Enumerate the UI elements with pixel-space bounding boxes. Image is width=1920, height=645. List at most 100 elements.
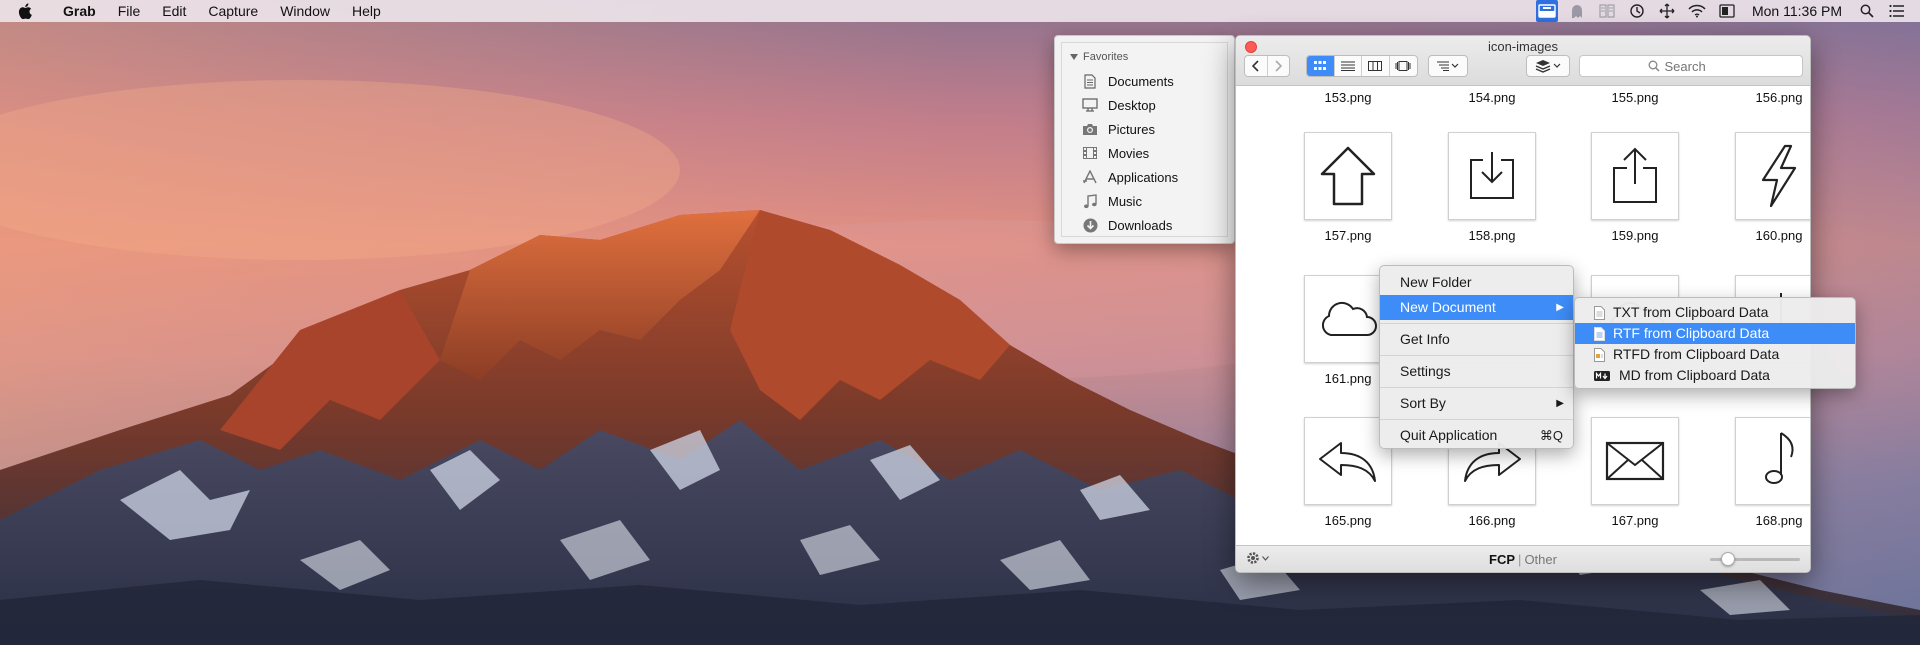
- favorites-header[interactable]: Favorites: [1070, 51, 1128, 63]
- file-thumbnail: [1591, 417, 1679, 505]
- time-machine-icon[interactable]: [1626, 0, 1648, 22]
- tag-fcp[interactable]: FCP: [1489, 552, 1515, 567]
- sidebar-item-pictures[interactable]: Pictures: [1062, 117, 1227, 141]
- file-thumbnail: [1735, 417, 1810, 505]
- menu-item-sort-by[interactable]: Sort By ▶: [1380, 391, 1573, 416]
- forward-button[interactable]: [1268, 56, 1290, 76]
- search-icon: [1648, 60, 1660, 72]
- file-name: 168.png: [1755, 513, 1803, 528]
- ghost-icon[interactable]: [1566, 0, 1588, 22]
- menu-item-label: New Folder: [1400, 274, 1472, 290]
- view-mode-buttons: [1306, 55, 1418, 77]
- sidebar-item-label: Pictures: [1108, 121, 1155, 137]
- sidebar-item-music[interactable]: Music: [1062, 189, 1227, 213]
- display-icon[interactable]: [1716, 0, 1738, 22]
- menu-separator: [1380, 355, 1573, 356]
- submenu-item-md[interactable]: MD from Clipboard Data: [1575, 365, 1855, 386]
- submenu-item-txt[interactable]: TXT from Clipboard Data: [1575, 302, 1855, 323]
- menu-item-new-folder[interactable]: New Folder: [1380, 270, 1573, 295]
- apple-icon[interactable]: [18, 3, 36, 19]
- download-icon: [1082, 217, 1098, 233]
- layers-button[interactable]: [1527, 56, 1569, 76]
- tray-icon[interactable]: [1535, 0, 1558, 22]
- sidebar-item-movies[interactable]: Movies: [1062, 141, 1227, 165]
- chevron-left-icon: [1251, 60, 1259, 72]
- sidebar-item-label: Movies: [1108, 145, 1150, 161]
- menu-separator: [1380, 387, 1573, 388]
- sidebar-item-downloads[interactable]: Downloads: [1062, 213, 1227, 237]
- new-document-submenu: TXT from Clipboard Data RTF from Clipboa…: [1574, 297, 1856, 389]
- file-name: 155.png: [1611, 90, 1659, 105]
- search-field[interactable]: [1579, 55, 1803, 77]
- menu-clock[interactable]: Mon 11:36 PM: [1742, 3, 1852, 19]
- list-icon[interactable]: [1886, 0, 1908, 22]
- menu-item-new-document[interactable]: New Document ▶: [1380, 295, 1573, 320]
- menu-item-label: Get Info: [1400, 331, 1450, 347]
- favorites-list: Documents Desktop Pictures Movies Applic…: [1062, 69, 1227, 237]
- file-name: 153.png: [1324, 90, 1372, 105]
- sidebar-item-label: Applications: [1108, 169, 1179, 185]
- envelope-icon: [1605, 441, 1665, 481]
- arrange-dropdown[interactable]: [1428, 55, 1468, 77]
- file-thumbnail: [1304, 132, 1392, 220]
- menu-window[interactable]: Window: [269, 0, 341, 22]
- list-view-button[interactable]: [1335, 56, 1362, 76]
- arrange-button[interactable]: [1429, 56, 1467, 76]
- grid-icon: [1314, 61, 1327, 70]
- rtf-file-icon: [1593, 326, 1605, 341]
- sidebar-item-label: Downloads: [1108, 217, 1173, 233]
- move-icon[interactable]: [1656, 0, 1678, 22]
- sidebar-item-applications[interactable]: Applications: [1062, 165, 1227, 189]
- cloud-icon: [1321, 301, 1377, 336]
- tag-other[interactable]: Other: [1524, 552, 1557, 567]
- music-note-icon: [1765, 432, 1794, 484]
- menu-edit[interactable]: Edit: [151, 0, 197, 22]
- submenu-item-label: TXT from Clipboard Data: [1613, 304, 1769, 320]
- sidebar-item-desktop[interactable]: Desktop: [1062, 93, 1227, 117]
- menu-item-label: New Document: [1400, 299, 1496, 315]
- menu-capture[interactable]: Capture: [197, 0, 269, 22]
- file-name: 156.png: [1755, 90, 1803, 105]
- submenu-item-rtf[interactable]: RTF from Clipboard Data: [1575, 323, 1855, 344]
- icon-view-button[interactable]: [1307, 56, 1335, 76]
- layers-icon: [1535, 60, 1561, 73]
- tag-separator: |: [1518, 552, 1522, 567]
- context-menu: New Folder New Document ▶ Get Info Setti…: [1379, 265, 1574, 449]
- disclosure-triangle-icon[interactable]: [1070, 53, 1078, 61]
- menu-item-label: Quit Application: [1400, 427, 1498, 443]
- zoom-slider[interactable]: [1710, 552, 1800, 566]
- search-input[interactable]: [1664, 58, 1735, 74]
- back-button[interactable]: [1245, 56, 1268, 76]
- book-icon[interactable]: [1596, 0, 1618, 22]
- submenu-item-label: RTF from Clipboard Data: [1613, 325, 1770, 341]
- window-title: icon-images: [1487, 39, 1559, 54]
- wifi-icon[interactable]: [1686, 0, 1708, 22]
- list-view-icon: [1340, 61, 1355, 71]
- menu-item-get-info[interactable]: Get Info: [1380, 327, 1573, 352]
- menu-file[interactable]: File: [107, 0, 152, 22]
- file-name: 166.png: [1468, 513, 1516, 528]
- submenu-item-rtfd[interactable]: RTFD from Clipboard Data: [1575, 344, 1855, 365]
- file-name: 157.png: [1324, 228, 1372, 243]
- file-thumbnail: [1448, 132, 1536, 220]
- menu-item-quit[interactable]: Quit Application ⌘Q: [1380, 423, 1573, 448]
- txt-file-icon: [1593, 305, 1605, 320]
- menu-app-name[interactable]: Grab: [52, 0, 107, 22]
- menu-item-settings[interactable]: Settings: [1380, 359, 1573, 384]
- file-thumbnail: [1735, 132, 1810, 220]
- column-view-button[interactable]: [1362, 56, 1390, 76]
- search-icon[interactable]: [1856, 0, 1878, 22]
- markdown-icon: [1593, 369, 1611, 383]
- layers-dropdown[interactable]: [1526, 55, 1570, 77]
- sidebar-item-documents[interactable]: Documents: [1062, 69, 1227, 93]
- menu-separator: [1380, 419, 1573, 420]
- gallery-view-button[interactable]: [1390, 56, 1417, 76]
- favorites-sidebar-window: Favorites Documents Desktop Pictures Mov…: [1054, 35, 1235, 244]
- reply-icon: [1319, 442, 1376, 482]
- rtfd-file-icon: [1593, 347, 1605, 362]
- menu-help[interactable]: Help: [341, 0, 392, 22]
- applications-icon: [1082, 169, 1098, 185]
- arrange-icon: [1437, 61, 1459, 71]
- menu-item-label: Settings: [1400, 363, 1451, 379]
- submenu-arrow-icon: ▶: [1556, 302, 1564, 313]
